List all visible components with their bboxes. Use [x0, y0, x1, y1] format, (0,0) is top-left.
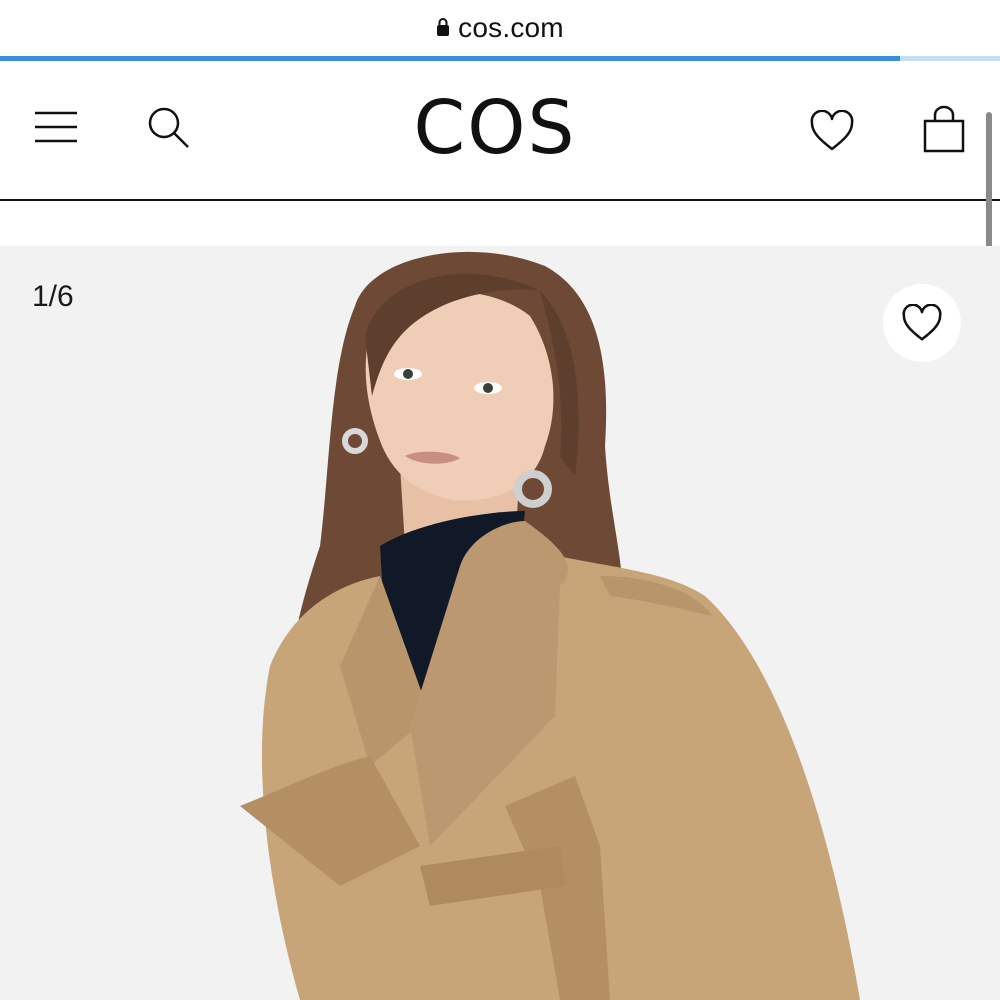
shopping-bag-icon	[923, 105, 965, 153]
shopping-bag-button[interactable]	[914, 97, 974, 161]
browser-url-bar[interactable]: cos.com	[0, 0, 1000, 61]
add-to-wishlist-button[interactable]	[883, 284, 961, 362]
menu-button[interactable]	[26, 99, 86, 155]
image-counter: 1/6	[32, 280, 74, 313]
search-button[interactable]	[138, 99, 198, 155]
brand-logo[interactable]: COS	[395, 83, 595, 173]
product-photo	[240, 251, 860, 1000]
lock-icon	[436, 12, 450, 44]
favorites-button[interactable]	[800, 101, 864, 161]
search-icon	[148, 107, 189, 148]
site-header: COS	[0, 61, 1000, 201]
hamburger-menu-icon	[35, 111, 77, 143]
product-image-gallery[interactable]: 1/6	[0, 246, 1000, 1000]
url-display[interactable]: cos.com	[0, 12, 1000, 44]
url-text: cos.com	[458, 12, 564, 43]
heart-icon	[810, 110, 854, 151]
heart-icon	[902, 304, 942, 341]
